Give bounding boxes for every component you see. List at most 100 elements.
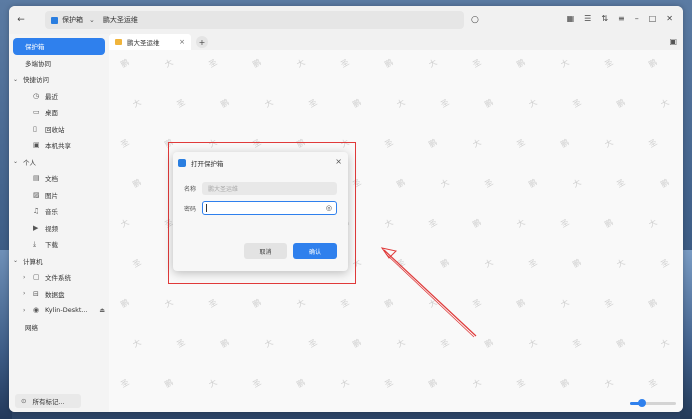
watermark-char: 圣 [647,137,659,150]
eject-icon[interactable]: ⏏ [99,307,105,314]
sidebar-item-share[interactable]: ▣ 本机共享 [9,137,109,154]
video-icon: ▶ [33,223,39,232]
watermark-char: 大 [263,97,275,110]
watermark-char: 鹏 [559,137,571,150]
sidebar-item-videos[interactable]: ▶ 视频 [9,220,109,237]
back-arrow-icon[interactable]: ← [15,14,27,26]
watermark-char: 圣 [307,337,319,350]
add-tab-button[interactable]: + [196,36,208,48]
watermark-char: 大 [559,297,571,310]
list-view-icon[interactable]: ☰ [584,14,591,23]
zoom-slider[interactable] [630,399,676,407]
chevron-down-icon[interactable]: ⌄ [13,158,23,165]
sidebar-item-desktop[interactable]: ▭ 桌面 [9,104,109,121]
chevron-right-icon[interactable]: › [23,274,33,281]
watermark-char: 大 [339,377,351,390]
watermark-char: 鹏 [351,97,363,110]
watermark-char: 圣 [131,257,143,270]
sort-icon[interactable]: ⇅ [601,14,608,23]
chevron-down-icon[interactable]: ⌄ [89,16,95,24]
watermark-char: 鹏 [119,57,131,70]
watermark-char: 圣 [647,377,659,390]
address-bar[interactable]: 保护箱 ⌄ 鹏大圣运维 [45,11,464,29]
watermark-char: 大 [439,177,451,190]
watermark-char: 圣 [339,297,351,310]
chevron-down-icon[interactable]: ⌄ [13,257,23,264]
breadcrumb-root[interactable]: 保护箱 [62,15,83,25]
sidebar-item-network[interactable]: 网络 [9,319,109,336]
watermark-char: 圣 [471,57,483,70]
sidebar-group-label: 计算机 [23,257,43,266]
minimize-icon[interactable]: – [635,14,639,23]
watermark-char: 圣 [527,257,539,270]
close-icon[interactable]: × [179,38,185,46]
sidebar-item-filesystem[interactable]: › ▢ 文件系统 [9,269,109,286]
sidebar-group-personal[interactable]: ⌄ 个人 [9,154,109,171]
sidebar-item-datadisk[interactable]: › ⊟ 数据盘 [9,286,109,303]
password-input[interactable]: ◎ [202,201,337,215]
watermark-char: 大 [483,257,495,270]
all-tags-button[interactable]: ⊙ 所有标记... [15,394,81,408]
close-icon[interactable]: × [335,157,342,166]
tab-pengdasheng[interactable]: 鹏大圣运维 × [109,34,191,50]
watermark-char: 大 [615,257,627,270]
tag-icon: ⊙ [21,397,27,405]
chevron-right-icon[interactable]: › [23,307,33,314]
name-field: 鹏大圣运维 [202,182,337,195]
watermark-char: 大 [263,337,275,350]
watermark-char: 鹏 [163,377,175,390]
eye-hidden-icon[interactable]: ◎ [326,204,332,212]
grid-view-icon[interactable]: ▦ [567,14,575,23]
watermark-char: 鹏 [295,377,307,390]
watermark-char: 大 [427,297,439,310]
maximize-icon[interactable]: □ [649,14,657,23]
sidebar-item-label: 回收站 [45,125,65,134]
watermark-char: 大 [395,97,407,110]
close-icon[interactable]: ✕ [666,14,673,23]
watermark-char: 鹏 [439,257,451,270]
window-controls: ▦ ☰ ⇅ ≡ – □ ✕ [567,14,673,23]
watermark-char: 圣 [659,257,671,270]
watermark-char: 大 [603,137,615,150]
watermark-char: 大 [515,217,527,230]
sidebar-item-recent[interactable]: ◷ 最近 [9,88,109,105]
chevron-right-icon[interactable]: › [23,290,33,297]
sidebar-item-label: 音乐 [45,208,58,217]
sidebar-item-trash[interactable]: ▯ 回收站 [9,121,109,138]
search-icon[interactable]: ○ [471,15,479,25]
sidebar-group-quick-access[interactable]: ⌄ 快捷访问 [9,71,109,88]
watermark-char: 鹏 [647,297,659,310]
cancel-button[interactable]: 取消 [244,243,287,259]
menu-icon[interactable]: ≡ [618,14,625,23]
sidebar-item-kylin-disc[interactable]: › ◉ Kylin-Deskt... ⏏ [9,302,109,319]
watermark-char: 鹏 [383,57,395,70]
sidebar-item-label: 视频 [45,224,58,233]
sidebar-item-music[interactable]: ♫ 音乐 [9,203,109,220]
watermark-char: 圣 [439,97,451,110]
sidebar-item-pictures[interactable]: ▨ 图片 [9,187,109,204]
watermark-char: 鹏 [219,337,231,350]
sidebar-group-computer[interactable]: ⌄ 计算机 [9,253,109,270]
sidebar-item-label: 保护箱 [25,43,45,52]
music-icon: ♫ [33,207,40,216]
watermark-char: 大 [131,97,143,110]
chevron-down-icon[interactable]: ⌄ [13,76,23,83]
watermark-char: 鹏 [131,177,143,190]
sidebar-item-vault[interactable]: 保护箱 [13,38,105,55]
detail-panel-icon[interactable]: ▣ [669,37,677,46]
watermark-char: 鹏 [395,177,407,190]
watermark-char: 鹏 [515,57,527,70]
watermark-char: 圣 [383,377,395,390]
sidebar-item-downloads[interactable]: ⤓ 下载 [9,236,109,253]
watermark-char: 大 [383,217,395,230]
breadcrumb-current[interactable]: 鹏大圣运维 [103,15,138,25]
sidebar-item-collab[interactable]: 多端协同 [9,55,109,72]
watermark-char: 圣 [603,57,615,70]
document-icon: ▤ [33,174,40,183]
password-label: 密码 [184,205,197,213]
watermark-char: 鹏 [471,217,483,230]
sidebar: 保护箱 多端协同 ⌄ 快捷访问 ◷ 最近 ▭ 桌面 ▯ 回收站 ▣ 本机共享 ⌄… [9,34,109,412]
confirm-button[interactable]: 确认 [293,243,337,259]
sidebar-item-documents[interactable]: ▤ 文档 [9,170,109,187]
zoom-slider-handle[interactable] [637,399,646,407]
